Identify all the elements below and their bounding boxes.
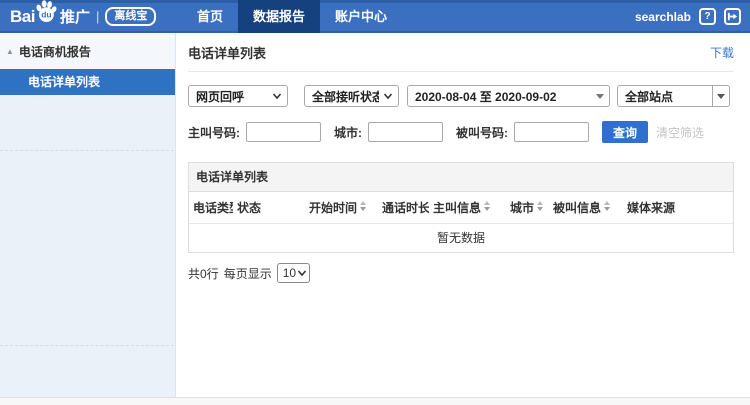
bottom-strip (0, 397, 750, 405)
svg-text:du: du (41, 10, 51, 20)
sidebar: ▲ 电话商机报告 电话详单列表 (0, 33, 176, 397)
col-header-city[interactable]: 城市 (506, 192, 549, 224)
sidebar-group-label: 电话商机报告 (19, 45, 91, 59)
username-label[interactable]: searchlab (635, 10, 691, 24)
sort-icon[interactable] (604, 201, 610, 211)
offline-bao-badge: 离线宝 (105, 7, 156, 26)
call-type-select[interactable]: 网页回呼 (188, 85, 288, 107)
sidebar-group-phone-lead-report[interactable]: ▲ 电话商机报告 (0, 33, 175, 69)
answer-status-select[interactable]: 全部接听状态 (304, 85, 399, 107)
page-size-value: 10 (283, 266, 296, 280)
help-icon[interactable]: ? (699, 8, 716, 25)
logo-text-bai: Bai (10, 7, 35, 27)
col-header-media-source: 媒体来源 (623, 192, 733, 224)
nav-tab-account-center[interactable]: 账户中心 (320, 0, 402, 33)
col-header-caller-info[interactable]: 主叫信息 (429, 192, 506, 224)
logo-separator: | (96, 9, 99, 24)
callee-number-input[interactable] (514, 122, 589, 142)
col-header-status: 状态 (233, 192, 305, 224)
caret-down-icon (717, 94, 725, 99)
empty-row: 暂无数据 (189, 224, 733, 253)
chevron-down-icon (383, 91, 393, 101)
main-content: 电话详单列表 下载 网页回呼 全部接听状态 2020-08-04 至 2020-… (177, 33, 750, 397)
date-range-value: 2020-08-04 至 2020-09-02 (415, 88, 592, 105)
col-header-call-type: 电话类型 (189, 192, 233, 224)
nav-tab-data-report[interactable]: 数据报告 (238, 0, 320, 33)
col-header-duration[interactable]: 通话时长 (378, 192, 429, 224)
caller-number-label: 主叫号码: (188, 124, 240, 141)
sort-icon[interactable] (360, 201, 366, 211)
call-detail-table: 电话类型 状态 开始时间 通话时长 主叫信息 城市 被叫信息 媒体来源 暂无数据 (189, 192, 733, 252)
collapse-caret-icon: ▲ (6, 47, 14, 56)
site-value: 全部站点 (618, 88, 712, 105)
date-range-picker[interactable]: 2020-08-04 至 2020-09-02 (407, 85, 610, 107)
filter-row-selects: 网页回呼 全部接听状态 2020-08-04 至 2020-09-02 全部站点 (188, 85, 734, 107)
city-input[interactable] (368, 122, 443, 142)
col-header-start-time[interactable]: 开始时间 (305, 192, 378, 224)
city-label: 城市: (334, 124, 362, 141)
logo-text-tuiguang: 推广 (60, 6, 90, 27)
callee-number-label: 被叫号码: (456, 124, 508, 141)
clear-filters-link[interactable]: 清空筛选 (656, 124, 704, 141)
col-header-callee-info[interactable]: 被叫信息 (549, 192, 623, 224)
sidebar-separator (0, 345, 174, 346)
sidebar-separator (0, 150, 174, 151)
chevron-down-icon (272, 91, 282, 101)
call-detail-panel: 电话详单列表 电话类型 状态 开始时间 通话时长 主叫信息 城市 被叫信息 (188, 162, 734, 253)
nav-tabs: 首页 数据报告 账户中心 (182, 0, 402, 33)
navbar-right: searchlab ? (635, 0, 750, 33)
content-header: 电话详单列表 下载 (188, 33, 734, 72)
row-count-label: 共0行 (188, 265, 219, 282)
logout-icon[interactable] (724, 8, 741, 25)
empty-data-text: 暂无数据 (189, 224, 733, 253)
answer-status-value: 全部接听状态 (312, 88, 379, 105)
top-navbar: Bai du 推广 | 离线宝 首页 数据报告 账户中心 searchlab (0, 0, 750, 33)
caret-down-icon (596, 94, 604, 99)
site-select[interactable]: 全部站点 (617, 85, 730, 107)
chevron-down-icon (297, 268, 307, 278)
filter-row-inputs: 主叫号码: 城市: 被叫号码: 查询 清空筛选 (188, 121, 734, 143)
sort-icon[interactable] (484, 201, 490, 211)
baidu-paw-icon: du (34, 0, 58, 28)
sort-icon[interactable] (537, 201, 543, 211)
sidebar-item-call-detail-list[interactable]: 电话详单列表 (0, 69, 175, 95)
site-select-arrow-button[interactable] (712, 86, 729, 106)
pagination-bar: 共0行 每页显示 10 (188, 263, 734, 283)
call-type-value: 网页回呼 (196, 88, 268, 105)
page-title: 电话详单列表 (188, 43, 266, 62)
baidu-logo[interactable]: Bai du 推广 | 离线宝 (0, 0, 176, 33)
nav-tab-home[interactable]: 首页 (182, 0, 238, 33)
search-button[interactable]: 查询 (602, 121, 648, 143)
page-size-select[interactable]: 10 (277, 263, 310, 283)
page: Bai du 推广 | 离线宝 首页 数据报告 账户中心 searchlab (0, 0, 750, 405)
table-header-row: 电话类型 状态 开始时间 通话时长 主叫信息 城市 被叫信息 媒体来源 (189, 192, 733, 224)
per-page-label: 每页显示 (224, 265, 272, 282)
download-link[interactable]: 下载 (710, 44, 734, 61)
caller-number-input[interactable] (246, 122, 321, 142)
panel-title: 电话详单列表 (189, 163, 733, 192)
